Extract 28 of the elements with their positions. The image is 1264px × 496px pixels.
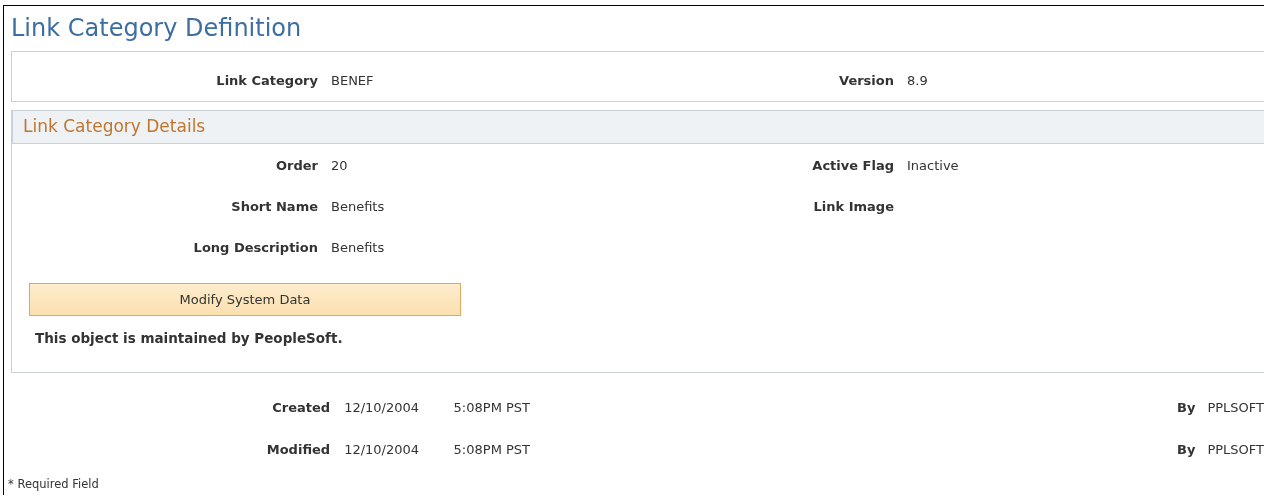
field-value: BENEF bbox=[330, 73, 375, 88]
field-value: 8.9 bbox=[906, 73, 929, 88]
section-title: Link Category Details bbox=[23, 116, 206, 136]
page-title: Link Category Definition bbox=[10, 13, 303, 43]
user-value: PPLSOFT bbox=[1207, 442, 1264, 457]
date-value: 12/10/2004 bbox=[344, 442, 421, 457]
user-value: PPLSOFT bbox=[1207, 400, 1264, 415]
time-value: 5:08PM PST bbox=[453, 400, 531, 415]
date-value: 12/10/2004 bbox=[344, 400, 421, 415]
field-label: Link Category bbox=[215, 73, 318, 88]
field-label: Active Flag bbox=[811, 158, 894, 173]
field-value: Inactive bbox=[906, 158, 960, 173]
field-label: Short Name bbox=[230, 199, 318, 214]
field-value: Benefits bbox=[330, 240, 386, 255]
field-label: By bbox=[1176, 400, 1196, 415]
field-label: Long Description bbox=[192, 240, 318, 255]
field-label: Link Image bbox=[812, 199, 894, 214]
required-field-note: * Required Field bbox=[7, 477, 100, 491]
field-value: Benefits bbox=[330, 199, 386, 214]
time-value: 5:08PM PST bbox=[453, 442, 531, 457]
modify-system-data-button[interactable]: Modify System Data bbox=[29, 283, 461, 316]
field-label: Order bbox=[275, 158, 318, 173]
field-label: Modified bbox=[265, 442, 331, 457]
maintenance-note: This object is maintained by PeopleSoft. bbox=[35, 330, 344, 346]
field-label: Created bbox=[271, 400, 331, 415]
field-value: 20 bbox=[330, 158, 349, 173]
field-label: Version bbox=[838, 73, 894, 88]
field-label: By bbox=[1176, 442, 1196, 457]
